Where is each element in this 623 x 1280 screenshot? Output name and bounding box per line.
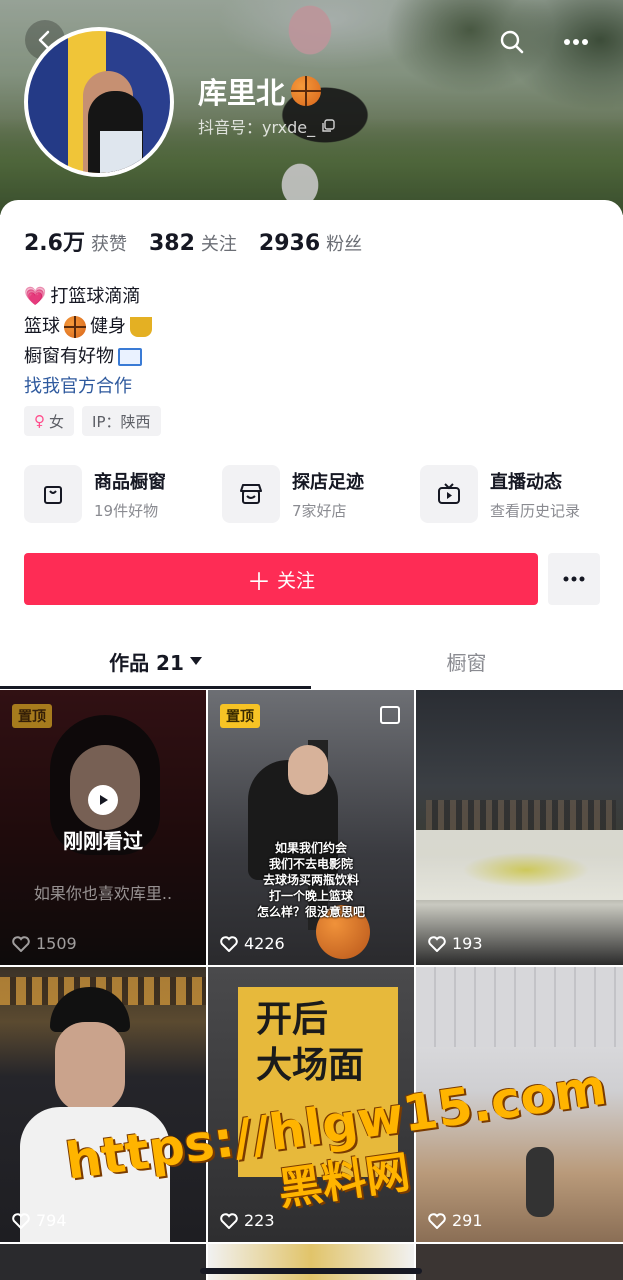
profile-name-text: 库里北 <box>198 76 286 110</box>
stat-likes-label: 获赞 <box>90 234 127 255</box>
store-icon <box>222 465 280 523</box>
video-thumbnail[interactable]: 置顶 刚刚看过 如果你也喜欢库里.. 1509 <box>0 690 206 965</box>
like-count: 794 <box>12 1211 67 1230</box>
video-thumbnail[interactable] <box>0 1244 206 1280</box>
like-count: 193 <box>428 934 483 953</box>
profile-name: 库里北 <box>198 70 322 112</box>
tab-indicator <box>0 686 311 689</box>
play-icon <box>88 785 118 815</box>
basketball-icon <box>64 316 86 338</box>
tv-icon <box>420 465 478 523</box>
recently-watched-label: 刚刚看过 <box>63 829 143 853</box>
ellipsis-icon <box>564 39 588 45</box>
gender-tag: ♀ 女 <box>24 406 75 436</box>
tab-shop-window-label: 橱窗 <box>446 650 487 675</box>
plus-icon: ＋ <box>246 567 271 596</box>
heart-outline-icon <box>12 1212 30 1229</box>
video-thumbnail[interactable]: 置顶 如果我们约会 我们不去电影院 去球场买两瓶饮料 打一个晚上篮球 怎么样？很… <box>208 690 414 965</box>
ip-tag-text: IP：陕西 <box>92 412 151 431</box>
profile-stats: 2.6万 获赞 382 关注 2936 粉丝 <box>24 225 362 257</box>
video-thumbnail[interactable] <box>208 1244 414 1280</box>
more-actions-button[interactable] <box>548 553 600 605</box>
feature-store-visits[interactable]: 探店足迹 7家好店 <box>222 465 420 523</box>
search-icon <box>500 30 524 54</box>
bio-line-1-text: 打篮球滴滴 <box>50 286 141 307</box>
follow-button-label: 关注 <box>276 569 315 592</box>
video-caption: 如果我们约会 我们不去电影院 去球场买两瓶饮料 打一个晚上篮球 怎么样？很没意思… <box>256 841 365 919</box>
recently-watched-sub: 如果你也喜欢库里.. <box>33 884 173 903</box>
feature-live-history[interactable]: 直播动态 查看历史记录 <box>420 465 618 523</box>
bio-line-2b-text: 健身 <box>90 316 126 337</box>
stat-followers-num: 2936 <box>258 231 321 256</box>
video-thumbnail[interactable] <box>416 1244 623 1280</box>
gender-tag-text: 女 <box>49 412 65 431</box>
heart-outline-icon <box>220 935 238 952</box>
bio-line-3: 橱窗有好物 <box>24 342 152 372</box>
feature-shop-window-title: 商品橱窗 <box>94 471 166 493</box>
feature-shop-window[interactable]: 商品橱窗 19件好物 <box>24 465 222 523</box>
bio: 💗 打篮球滴滴 篮球 健身 橱窗有好物 <box>24 282 152 372</box>
female-icon: ♀ <box>34 412 45 430</box>
copy-icon <box>322 119 335 132</box>
feature-store-visits-title: 探店足迹 <box>292 471 364 493</box>
like-count: 4226 <box>220 934 285 953</box>
avatar[interactable] <box>24 27 174 177</box>
content-tabs: 作品 21 橱窗 <box>0 633 623 689</box>
like-count: 1509 <box>12 934 77 953</box>
tab-works[interactable]: 作品 21 <box>0 633 311 689</box>
home-indicator <box>200 1268 422 1274</box>
book-icon <box>118 348 142 366</box>
stat-followers[interactable]: 2936 粉丝 <box>259 230 362 256</box>
more-options-button[interactable] <box>560 26 592 58</box>
tab-shop-window[interactable]: 橱窗 <box>311 633 622 689</box>
caret-down-icon <box>189 657 202 665</box>
trophy-icon <box>130 317 152 337</box>
bio-line-1: 💗 打篮球滴滴 <box>24 282 152 312</box>
bio-line-2a-text: 篮球 <box>24 316 60 337</box>
heart-outline-icon <box>12 935 30 952</box>
heart-icon: 💗 <box>24 286 47 307</box>
ip-tag: IP：陕西 <box>82 406 161 436</box>
bio-line-3-text: 橱窗有好物 <box>24 346 114 367</box>
shopping-bag-icon <box>24 465 82 523</box>
douyin-id[interactable]: 抖音号：yrxde_ <box>198 114 335 138</box>
cooperation-link[interactable]: 找我官方合作 <box>24 372 132 398</box>
multi-image-icon <box>380 706 400 724</box>
follow-button[interactable]: ＋ 关注 <box>24 553 538 605</box>
profile-tags: ♀ 女 IP：陕西 <box>24 406 161 436</box>
bio-line-2: 篮球 健身 <box>24 312 152 342</box>
video-thumbnail[interactable]: 193 <box>416 690 623 965</box>
stat-following[interactable]: 382 关注 <box>149 230 237 256</box>
stat-following-label: 关注 <box>200 234 237 255</box>
ellipsis-icon <box>563 576 585 582</box>
feature-live-history-title: 直播动态 <box>490 471 562 493</box>
heart-outline-icon <box>428 1212 446 1229</box>
feature-entries: 商品橱窗 19件好物 探店足迹 7家好店 直播动态 查看历史记录 <box>24 465 618 523</box>
stat-likes-num: 2.6万 <box>24 231 85 256</box>
search-button[interactable] <box>496 26 528 58</box>
pinned-badge: 置顶 <box>12 704 52 728</box>
heart-outline-icon <box>428 935 446 952</box>
stat-following-num: 382 <box>148 231 195 256</box>
basketball-icon <box>291 76 322 106</box>
feature-store-visits-sub: 7家好店 <box>292 501 347 520</box>
douyin-id-text: 抖音号：yrxde_ <box>198 118 316 137</box>
tab-works-label: 作品 21 <box>109 650 184 675</box>
pinned-badge: 置顶 <box>220 704 260 728</box>
like-count: 291 <box>428 1211 483 1230</box>
feature-live-history-sub: 查看历史记录 <box>490 501 581 520</box>
stat-likes[interactable]: 2.6万 获赞 <box>24 225 127 257</box>
feature-shop-window-sub: 19件好物 <box>94 501 159 520</box>
stat-followers-label: 粉丝 <box>326 234 363 255</box>
recently-watched: 刚刚看过 <box>0 785 206 854</box>
